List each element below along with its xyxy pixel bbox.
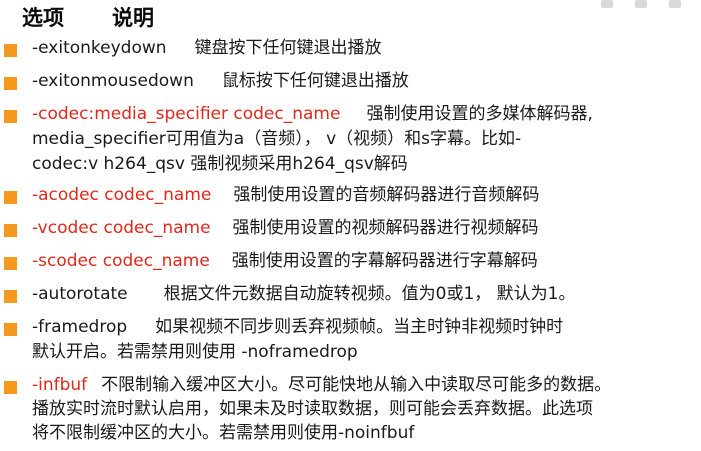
option-description: 强制使用设置的音频解码器进行音频解码 xyxy=(233,185,540,205)
decor-mark xyxy=(669,0,681,8)
bullet-icon xyxy=(4,290,17,303)
option-description: 强制使用设置的多媒体解码器, xyxy=(366,104,593,124)
bullet-icon xyxy=(4,257,17,270)
header-option: 选项 xyxy=(22,6,64,30)
option-name: -autorotate xyxy=(32,284,128,304)
option-description: 不限制输入缓冲区大小。尽可能快地从输入中读取尽可能多的数据。 xyxy=(101,375,612,395)
option-name: -exitonmousedown xyxy=(32,71,194,91)
option-description-line: codec:v h264_qsv 强制视频采用h264_qsv解码 xyxy=(32,154,408,174)
slide-page: 选项 说明 -exitonkeydown 键盘按下任何键退出播放 -exitonm… xyxy=(0,0,701,451)
decor-mark xyxy=(635,0,647,8)
bullet-icon xyxy=(4,110,17,123)
option-name: -exitonkeydown xyxy=(32,38,167,58)
option-name: -infbuf xyxy=(32,375,88,395)
option-name: -vcodec codec_name xyxy=(32,218,211,238)
decor-mark xyxy=(601,0,613,8)
option-description-line: 将不限制缓冲区的大小。若需禁用则使用-noinfbuf xyxy=(32,423,415,443)
option-name: -acodec codec_name xyxy=(32,185,212,205)
option-name: -codec:media_specifier codec_name xyxy=(32,104,341,124)
bullet-icon xyxy=(4,191,17,204)
table-header: 选项 说明 xyxy=(22,2,154,32)
option-description-line: 默认开启。若需禁用则使用 -noframedrop xyxy=(32,342,358,362)
option-name: -scodec codec_name xyxy=(32,251,210,271)
header-description: 说明 xyxy=(112,6,154,30)
option-description: 根据文件元数据自动旋转视频。值为0或1， 默认为1。 xyxy=(163,284,576,304)
bullet-icon xyxy=(4,77,17,90)
option-name: -framedrop xyxy=(32,317,128,337)
option-description: 鼠标按下任何键退出播放 xyxy=(221,71,409,91)
option-description-line: media_specifier可用值为a（音频）， v（视频）和s字幕。比如- xyxy=(32,129,522,149)
bullet-icon xyxy=(4,224,17,237)
option-description-line: 播放实时流时默认启用，如果未及时读取数据，则可能会丢弃数据。此选项 xyxy=(32,399,593,419)
bullet-icon xyxy=(4,381,17,394)
bullet-icon xyxy=(4,44,17,57)
bullet-icon xyxy=(4,323,17,336)
option-description: 如果视频不同步则丢弃视频帧。当主时钟非视频时钟时 xyxy=(155,317,564,337)
option-description: 键盘按下任何键退出播放 xyxy=(194,38,382,58)
option-description: 强制使用设置的视频解码器进行视频解码 xyxy=(232,218,539,238)
option-description: 强制使用设置的字幕解码器进行字幕解码 xyxy=(231,251,538,271)
top-right-decoration xyxy=(601,0,681,8)
